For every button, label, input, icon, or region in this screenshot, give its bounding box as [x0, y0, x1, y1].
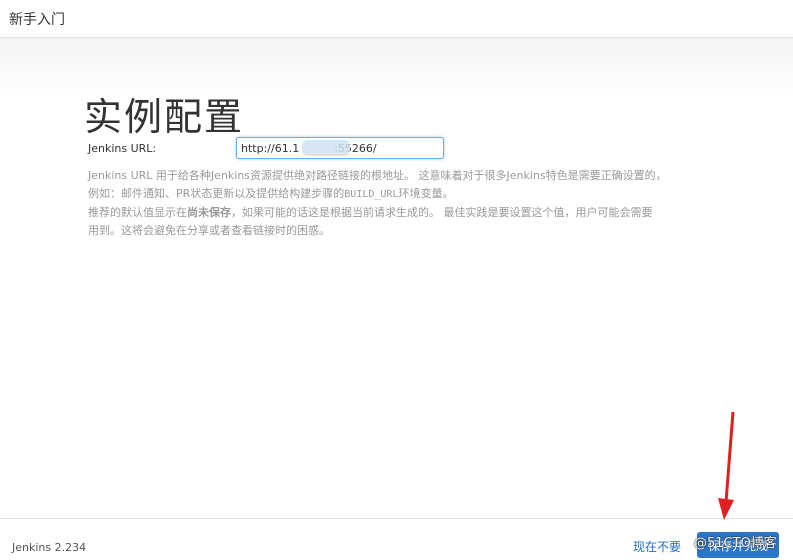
- red-arrow-annotation: [718, 411, 735, 520]
- help-line-3: 推荐的默认值显示在尚未保存，如果可能的话这是根据当前请求生成的。 最佳实践是要设…: [88, 206, 653, 219]
- dialog-footer: Jenkins 2.234 现在不要 保存并完成: [0, 518, 793, 560]
- redaction-blur: [302, 140, 350, 156]
- help-line-4: 用到。这将会避免在分享或者查看链接时的困惑。: [88, 224, 330, 237]
- jenkins-url-label: Jenkins URL:: [88, 142, 157, 155]
- dialog-title: 新手入门: [9, 12, 65, 28]
- watermark: @51CTO博客: [694, 536, 777, 551]
- page-title: 实例配置: [84, 95, 245, 139]
- help-line-2: 例如：邮件通知、PR状态更新以及提供给构建步骤的BUILD_URL环境变量。: [88, 187, 454, 200]
- url-help-text: Jenkins URL 用于给各种Jenkins资源提供绝对路径链接的根地址。 …: [88, 168, 718, 241]
- jenkins-version: Jenkins 2.234: [12, 541, 87, 554]
- build-url-code: BUILD_URL: [344, 189, 399, 200]
- skip-link[interactable]: 现在不要: [633, 538, 681, 555]
- main-content: 实例配置 Jenkins URL: Jenkins URL 用于给各种Jenki…: [0, 38, 793, 518]
- help-line-1: Jenkins URL 用于给各种Jenkins资源提供绝对路径链接的根地址。 …: [88, 169, 667, 182]
- dialog-header: 新手入门: [0, 0, 793, 38]
- not-saved-emphasis: 尚未保存: [187, 206, 231, 219]
